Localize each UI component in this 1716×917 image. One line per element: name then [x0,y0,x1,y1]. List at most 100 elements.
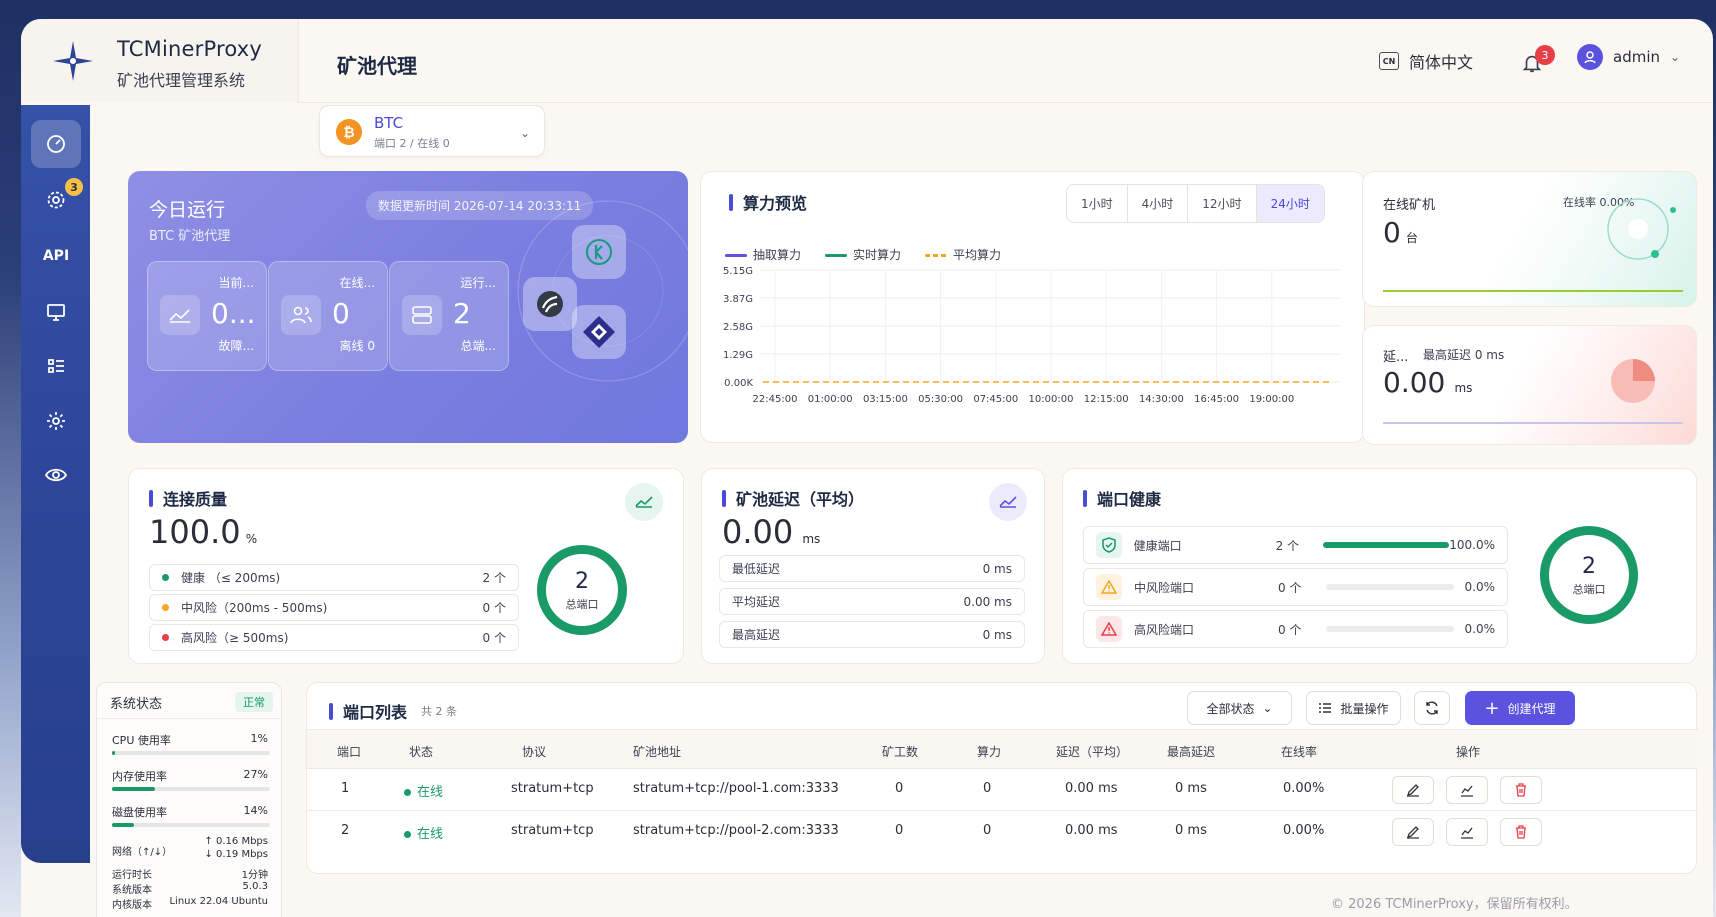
trend-icon [999,496,1017,508]
create-proxy-button[interactable]: + 创建代理 [1465,691,1575,725]
table-row: 1 在线 stratum+tcp stratum+tcp://pool-1.co… [307,769,1698,811]
hashrate-chart: 5.15G 3.87G 2.58G 1.29G 0.00K22:45:00 01:00:0… [723,266,1341,405]
brand[interactable]: TCMinerProxy 矿池代理管理系统 [21,19,299,103]
online-value-wrap: 0 台 [1383,216,1418,249]
tab-24h[interactable]: 24小时 [1256,185,1324,222]
delete-button[interactable] [1500,776,1542,804]
shield-check-icon [1096,532,1122,558]
pool-latency-card: 矿池延迟（平均） 0.00 ms 最低延迟 0 ms 平均延迟 0.00 ms 最高… [701,468,1045,664]
cpu-bar [112,751,270,755]
sidebar-item-view[interactable] [31,451,81,499]
logo-icon [53,41,93,81]
diamond-logo-icon [572,305,626,359]
list-icon [1319,703,1332,713]
trend-button[interactable] [625,483,663,521]
batch-operation-button[interactable]: 批量操作 [1306,691,1401,725]
row-pct: 0.0% [1464,622,1496,636]
language-label: 简体中文 [1409,53,1474,72]
metric-value: 0... [211,297,256,330]
status-text: 在线 [417,785,444,800]
sidebar-item-api[interactable]: API [31,232,81,280]
danger-icon [1096,616,1122,642]
header: TCMinerProxy 矿池代理管理系统 矿池代理 CN 简体中文 3 admi… [21,19,1713,103]
row-count: 0 个 [482,631,506,645]
sidebar-item-settings[interactable]: 3 [31,176,83,224]
sidebar-item-config[interactable] [31,397,81,445]
cell-miners: 0 [895,781,904,796]
trend-button[interactable] [989,483,1027,521]
health-bar [1326,626,1454,632]
cell-protocol: stratum+tcp [511,823,594,838]
conn-title: 连接质量 [149,486,227,510]
stats-button[interactable] [1446,818,1488,846]
sidebar-item-list[interactable] [31,342,81,390]
row-count: 2 个 [1275,538,1300,553]
edit-button[interactable] [1392,776,1434,804]
pie-decoration [1611,359,1655,403]
trend-icon [635,496,653,508]
col-protocol: 协议 [522,745,547,759]
col-max-latency: 最高延迟 [1167,745,1216,759]
time-range-tabs: 1小时 4小时 12小时 24小时 [1066,184,1325,223]
bitcoin-icon: ₿ [336,119,362,145]
app-window: TCMinerProxy 矿池代理管理系统 矿池代理 CN 简体中文 3 admi… [21,19,1713,917]
edit-button[interactable] [1392,818,1434,846]
coin-selector[interactable]: ₿ BTC 端口 2 / 在线 0 ⌄ [319,105,545,157]
batch-label: 批量操作 [1340,701,1389,716]
disk-bar-fill [112,823,135,827]
today-card: 今日运行 BTC 矿池代理 数据更新时间 2026-07-14 20:33:11… [128,171,688,443]
edit-icon [1406,826,1419,839]
health-row-medium: 中风险端口 0 个 0.0% [1083,568,1508,606]
y-tick-label: 1.29G [723,350,753,361]
coin-name: BTC [374,114,404,132]
latency-unit: ms [802,532,821,546]
row-label: 最低延迟 [732,562,781,576]
col-status: 状态 [409,745,434,759]
hashrate-title-text: 算力预览 [743,194,808,213]
chevron-down-icon: ⌄ [519,126,530,140]
row-value: 0 ms [982,627,1012,642]
today-subtitle: BTC 矿池代理 [149,229,231,244]
language-switch[interactable]: CN 简体中文 [1379,49,1473,73]
latency-value-wrap: 0.00 ms [722,513,820,551]
version-value: 5.0.3 [242,881,268,892]
col-pool-address: 矿池地址 [633,745,682,759]
sidebar-item-monitor[interactable] [31,288,81,336]
row-pct: 100.0% [1449,538,1495,552]
x-tick-label: 01:00:00 [808,394,853,405]
row-label: 健康端口 [1133,538,1182,553]
update-time: 数据更新时间 2026-07-14 20:33:11 [366,191,594,220]
language-icon: CN [1379,52,1399,70]
latency-row-min: 最低延迟 0 ms [719,555,1025,582]
list-icon [48,359,64,373]
status-filter-select[interactable]: 全部状态 ⌄ [1187,691,1292,725]
create-label: 创建代理 [1507,701,1556,716]
plus-icon: + [1484,697,1500,719]
conn-unit: % [245,532,258,546]
sidebar-item-dashboard[interactable] [31,120,81,168]
row-pct: 0.0% [1464,580,1496,594]
kernel-label: 内核版本 [112,900,152,911]
cell-hashrate: 0 [983,823,992,838]
row-value: 0 ms [982,561,1012,576]
refresh-button[interactable] [1414,691,1450,725]
delete-button[interactable] [1500,818,1542,846]
health-row-high: 高风险端口 0 个 0.0% [1083,610,1508,648]
cog-icon [47,412,65,430]
notification-badge: 3 [1535,45,1555,65]
stats-button[interactable] [1446,776,1488,804]
notifications-button[interactable]: 3 [1521,45,1555,75]
ring-label: 总端口 [1572,582,1606,596]
user-menu[interactable]: admin ⌄ [1577,44,1680,70]
page-title: 矿池代理 [337,54,417,78]
metric-label: 在线... [339,276,375,290]
tab-12h[interactable]: 12小时 [1188,185,1257,222]
tab-1h[interactable]: 1小时 [1067,185,1128,222]
metric-value: 2 [453,297,471,330]
tab-4h[interactable]: 4小时 [1128,185,1189,222]
cell-port: 1 [341,781,350,796]
status-badge: 正常 [235,692,273,712]
hashrate-card: 算力预览 1小时 4小时 12小时 24小时 抽取算力 实时算力 平均算力 5.… [700,171,1365,443]
connection-quality-card: 连接质量 100.0 % 健康 （≤ 200ms) 2 个 中风险（200ms -… [128,468,684,664]
port-health-title-text: 端口健康 [1097,490,1162,509]
